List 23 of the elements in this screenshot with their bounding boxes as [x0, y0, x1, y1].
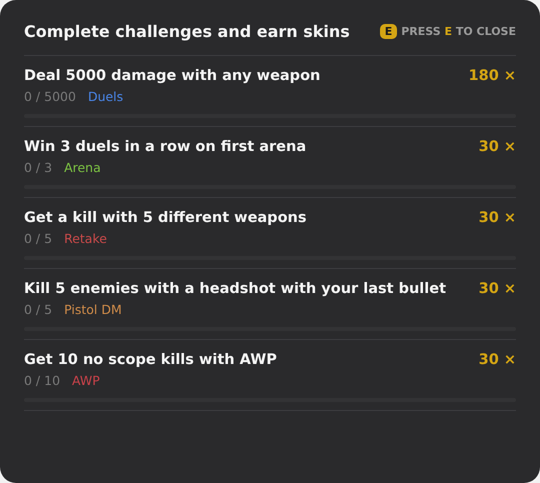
challenge-title: Win 3 duels in a row on first arena — [24, 139, 306, 155]
progress-count: 0 / 5000 — [24, 89, 76, 104]
reward-amount: 30 × — [478, 352, 516, 368]
reward-amount: 180 × — [468, 68, 516, 84]
challenge-title: Kill 5 enemies with a headshot with your last bullet — [24, 281, 446, 297]
game-mode: Pistol DM — [64, 302, 122, 317]
progress-count: 0 / 3 — [24, 160, 52, 175]
reward-amount: 30 × — [478, 139, 516, 155]
reward-amount: 30 × — [478, 210, 516, 226]
progress-count: 0 / 10 — [24, 373, 60, 388]
reward-amount: 30 × — [478, 281, 516, 297]
game-mode: AWP — [72, 373, 100, 388]
key-badge: E — [380, 24, 398, 39]
challenge-title: Deal 5000 damage with any weapon — [24, 68, 320, 84]
dialog-title: Complete challenges and earn skins — [24, 22, 351, 41]
challenge-title: Get 10 no scope kills with AWP — [24, 352, 277, 368]
game-mode: Duels — [88, 89, 124, 104]
game-mode: Arena — [64, 160, 101, 175]
progress-count: 0 / 5 — [24, 302, 52, 317]
progress-count: 0 / 5 — [24, 231, 52, 246]
challenge-title: Get a kill with 5 different weapons — [24, 210, 306, 226]
game-mode: Retake — [64, 231, 107, 246]
close-hint: PRESS E TO CLOSE — [401, 25, 516, 38]
